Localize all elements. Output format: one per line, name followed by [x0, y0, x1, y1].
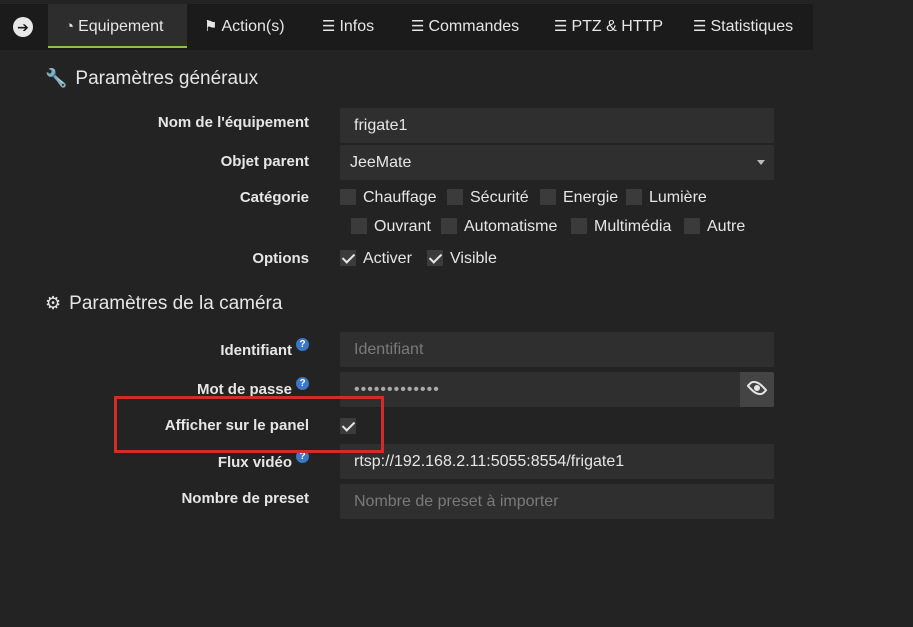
name-input[interactable]: frigate1: [340, 108, 774, 143]
category-checkbox-automatisme[interactable]: Automatisme: [441, 217, 557, 237]
checkbox-checked[interactable]: [427, 250, 443, 266]
tab-statistiques[interactable]: ☰ Statistiques: [693, 4, 793, 50]
wrench-icon: 🔧: [45, 68, 68, 88]
identifiant-input[interactable]: Identifiant: [340, 332, 774, 367]
chevron-down-icon: [757, 160, 765, 165]
help-icon[interactable]: ?: [296, 338, 309, 351]
gears-icon: ⚙: [45, 293, 62, 313]
identifiant-label: Identifiant?: [0, 338, 309, 359]
stream-label: Flux vidéo?: [0, 450, 309, 471]
category-checkbox-securite[interactable]: Sécurité: [447, 188, 529, 208]
checkbox[interactable]: [571, 218, 587, 234]
checkbox[interactable]: [441, 218, 457, 234]
preset-label: Nombre de preset: [181, 490, 309, 507]
category-checkbox-chauffage[interactable]: Chauffage: [340, 188, 437, 208]
password-input[interactable]: •••••••••••••: [340, 372, 740, 407]
list-icon: ☰: [554, 18, 568, 35]
general-section-title: 🔧 Paramètres généraux: [45, 68, 259, 89]
checkbox[interactable]: [684, 218, 700, 234]
list-icon: ☰: [693, 18, 707, 35]
tab-equipement[interactable]: ◔ Equipement: [48, 4, 187, 48]
tab-actions[interactable]: ⚑ Action(s): [204, 4, 285, 50]
option-checkbox-activer[interactable]: Activer: [340, 249, 412, 269]
options-label: Options: [252, 250, 309, 267]
option-checkbox-visible[interactable]: Visible: [427, 249, 497, 269]
category-checkbox-autre[interactable]: Autre: [684, 217, 745, 237]
dashboard-icon: ◔: [65, 18, 75, 35]
parent-select[interactable]: JeeMate: [340, 145, 774, 180]
parent-label: Objet parent: [220, 153, 309, 170]
category-checkbox-energie[interactable]: Energie: [540, 188, 618, 208]
checkbox[interactable]: [340, 189, 356, 205]
list-icon: ☰: [411, 18, 425, 35]
checkbox[interactable]: [540, 189, 556, 205]
tab-infos[interactable]: ☰ Infos: [322, 4, 374, 50]
checkbox[interactable]: [447, 189, 463, 205]
category-checkbox-ouvrant[interactable]: Ouvrant: [351, 217, 431, 237]
checkbox[interactable]: [626, 189, 642, 205]
category-label: Catégorie: [239, 189, 309, 206]
camera-section-title: ⚙ Paramètres de la caméra: [45, 293, 283, 314]
tab-commandes[interactable]: ☰ Commandes: [411, 4, 519, 50]
tab-ptz-http[interactable]: ☰ PTZ & HTTP: [554, 4, 663, 50]
preset-input[interactable]: Nombre de preset à importer: [340, 484, 774, 519]
show-password-button[interactable]: [740, 372, 774, 407]
back-arrow-icon[interactable]: ➔: [13, 17, 33, 37]
tab-bar: ➔ ◔ Equipement ⚑ Action(s) ☰ Infos ☰ Command…: [0, 0, 913, 52]
category-checkbox-multimedia[interactable]: Multimédia: [571, 217, 671, 237]
list-icon: ☰: [322, 18, 336, 35]
checkbox[interactable]: [351, 218, 367, 234]
help-icon[interactable]: ?: [296, 377, 309, 390]
name-label: Nom de l'équipement: [157, 114, 309, 131]
flag-icon: ⚑: [204, 18, 218, 35]
eye-pupil: [754, 385, 760, 391]
checkbox-checked[interactable]: [340, 250, 356, 266]
stream-url-input[interactable]: rtsp://192.168.2.11:5055:8554/frigate1: [340, 444, 774, 479]
password-label: Mot de passe?: [0, 377, 309, 398]
highlight-box: [114, 396, 384, 453]
category-checkbox-lumiere[interactable]: Lumière: [626, 188, 707, 208]
